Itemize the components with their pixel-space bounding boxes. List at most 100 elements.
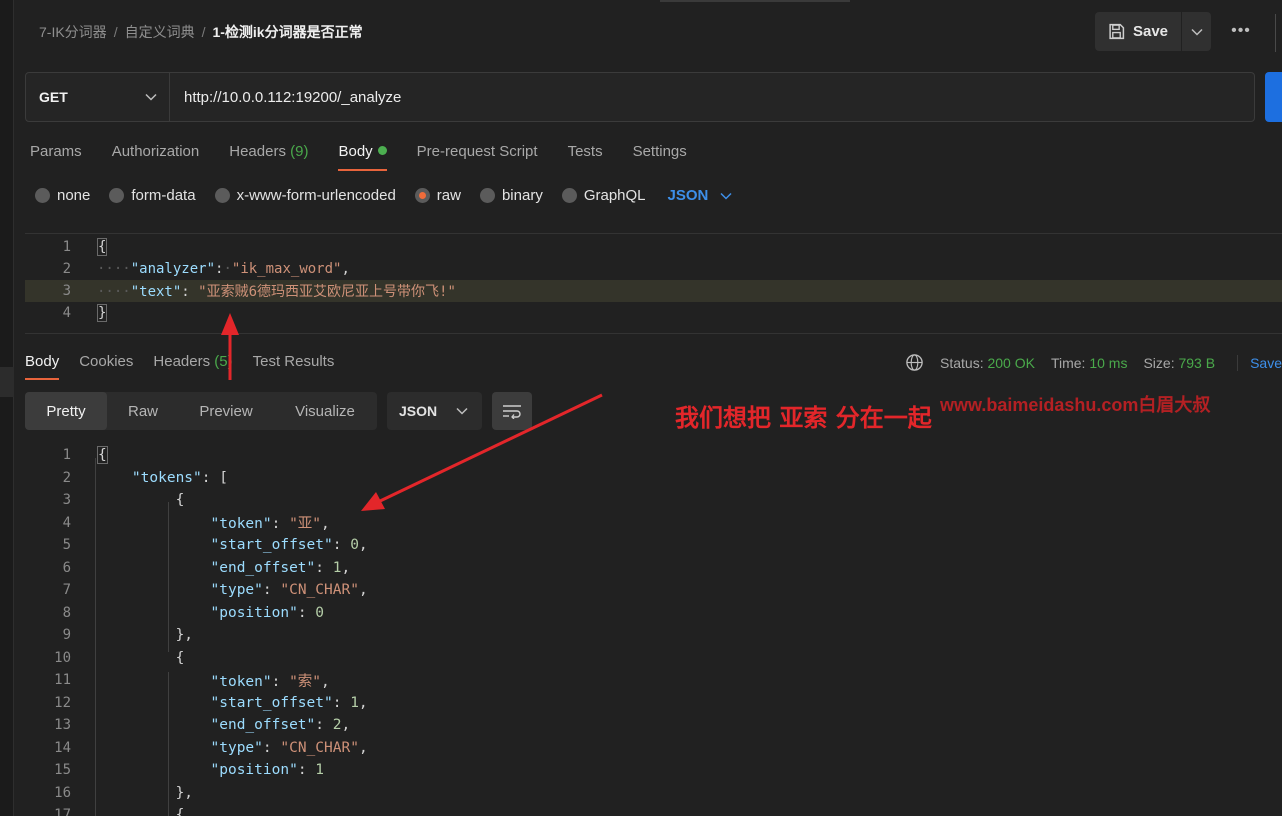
tab-label: Settings	[632, 143, 687, 160]
headers-count: (9)	[290, 143, 309, 160]
radio-circle	[214, 188, 230, 203]
method-select[interactable]: GET	[26, 73, 170, 121]
method-label: GET	[39, 89, 68, 105]
tab-body[interactable]: Body	[338, 143, 387, 173]
code-line: 2 "tokens": [	[25, 467, 1282, 490]
save-dropdown-button[interactable]	[1182, 12, 1211, 51]
tab-label: Cookies	[79, 353, 134, 370]
radio-graphql[interactable]: GraphQL	[561, 187, 646, 204]
resp-tab-body[interactable]: Body	[25, 353, 60, 381]
send-button[interactable]	[1265, 72, 1282, 122]
code-line: 4 "token": "亚",	[25, 512, 1282, 535]
code-line: 9 },	[25, 624, 1282, 647]
header-divider	[1275, 14, 1276, 52]
save-group: Save	[1095, 12, 1211, 51]
save-button[interactable]: Save	[1095, 12, 1181, 51]
radio-label: raw	[436, 187, 461, 204]
radio-binary[interactable]: binary	[479, 187, 543, 204]
line-number: 6	[62, 559, 71, 576]
chevron-down-icon	[145, 93, 157, 101]
sidebar-marker	[0, 367, 14, 397]
radio-none[interactable]: none	[35, 187, 90, 204]
raw-format-select[interactable]: JSON	[668, 187, 733, 204]
tab-tests[interactable]: Tests	[568, 143, 603, 173]
line-number: 7	[62, 582, 71, 599]
view-visualize[interactable]: Visualize	[273, 392, 377, 430]
save-label: Save	[1132, 23, 1169, 40]
code-line: 17 {	[25, 804, 1282, 816]
save-response-button[interactable]: Save	[1237, 354, 1282, 371]
code-line: 1{	[25, 444, 1282, 467]
response-meta: Status: 200 OK Time: 10 ms Size: 793 B S…	[905, 353, 1282, 372]
line-number: 2	[62, 261, 71, 277]
code-line: 14 "type": "CN_CHAR",	[25, 737, 1282, 760]
wrap-lines-button[interactable]	[492, 392, 532, 430]
chevron-down-icon	[456, 407, 468, 415]
line-number: 11	[54, 672, 71, 689]
request-title[interactable]: 1-检测ik分词器是否正常	[212, 22, 362, 42]
line-number: 4	[62, 305, 71, 321]
code-text: {	[175, 807, 185, 816]
tab-authorization[interactable]: Authorization	[112, 143, 200, 173]
response-view-toggle: Pretty Raw Preview Visualize	[25, 392, 377, 430]
code-text: "end_offset": 1,	[210, 559, 351, 576]
radio-circle	[479, 188, 495, 203]
resp-tab-test-results[interactable]: Test Results	[253, 353, 335, 381]
response-body-viewer[interactable]: 1{ 2 "tokens": [ 3 { 4 "token": "亚", 5 "…	[25, 444, 1282, 816]
code-text: {	[175, 492, 185, 509]
code-line: 6 "end_offset": 1,	[25, 557, 1282, 580]
body-type-options: none form-data x-www-form-urlencoded raw…	[35, 187, 732, 204]
view-pretty[interactable]: Pretty	[25, 392, 107, 430]
code-text: "end_offset": 2,	[210, 717, 351, 734]
code-text: {	[175, 649, 185, 666]
code-line: 11 "token": "索",	[25, 669, 1282, 692]
url-bar: GET http://10.0.0.112:19200/_analyze	[25, 72, 1255, 122]
size-info[interactable]: Size: 793 B	[1143, 355, 1215, 371]
more-options-button[interactable]: •••	[1226, 18, 1256, 44]
code-line: 5 "start_offset": 0,	[25, 534, 1282, 557]
globe-icon[interactable]	[905, 353, 924, 372]
code-text: ····"text": "亚索贼6德玛西亚艾欧尼亚上号带你飞!"	[97, 284, 456, 300]
url-input[interactable]: http://10.0.0.112:19200/_analyze	[170, 73, 401, 121]
status-info[interactable]: Status: 200 OK	[940, 355, 1035, 371]
code-text: "tokens": [	[131, 469, 228, 486]
line-number: 9	[62, 627, 71, 644]
time-info[interactable]: Time: 10 ms	[1051, 355, 1128, 371]
view-preview[interactable]: Preview	[179, 392, 273, 430]
tab-label: Pre-request Script	[416, 143, 538, 160]
resp-headers-count: (5)	[214, 353, 233, 370]
request-tabs: Params Authorization Headers (9) Body Pr…	[30, 143, 717, 173]
raw-format-label: JSON	[667, 187, 709, 204]
line-number: 16	[54, 784, 71, 801]
line-number: 12	[54, 694, 71, 711]
breadcrumb-collection[interactable]: 7-IK分词器	[39, 22, 107, 42]
code-text: "start_offset": 0,	[210, 537, 368, 554]
view-raw[interactable]: Raw	[107, 392, 179, 430]
radio-raw[interactable]: raw	[414, 187, 461, 204]
code-text: {	[97, 446, 108, 465]
response-format-select[interactable]: JSON	[387, 392, 482, 430]
resp-tab-cookies[interactable]: Cookies	[79, 353, 133, 381]
breadcrumb-folder[interactable]: 自定义词典	[125, 22, 195, 42]
code-text: {	[97, 238, 108, 256]
radio-circle-selected	[414, 188, 430, 203]
radio-form-data[interactable]: form-data	[109, 187, 196, 204]
tab-label: Body	[25, 353, 60, 370]
line-number: 10	[54, 649, 71, 666]
code-line: 8 "position": 0	[25, 602, 1282, 625]
code-line: 4 }	[25, 302, 1282, 324]
tab-settings[interactable]: Settings	[633, 143, 687, 173]
tab-params[interactable]: Params	[30, 143, 82, 173]
request-body-editor[interactable]: 1 { 2 ····"analyzer":·"ik_max_word", 3 ·…	[25, 233, 1282, 334]
line-number: 15	[54, 762, 71, 779]
code-line: 3 {	[25, 489, 1282, 512]
tab-pre-request-script[interactable]: Pre-request Script	[417, 143, 538, 173]
tab-label: Authorization	[111, 143, 200, 160]
tab-headers[interactable]: Headers (9)	[229, 143, 308, 173]
line-number: 2	[62, 469, 71, 486]
tab-label: Body	[338, 143, 373, 160]
watermark-text: www.baimeidashu.com白眉大叔	[940, 395, 1211, 415]
tab-label: Test Results	[252, 353, 335, 370]
resp-tab-headers[interactable]: Headers (5)	[153, 353, 232, 381]
radio-x-www-form-urlencoded[interactable]: x-www-form-urlencoded	[214, 187, 396, 204]
